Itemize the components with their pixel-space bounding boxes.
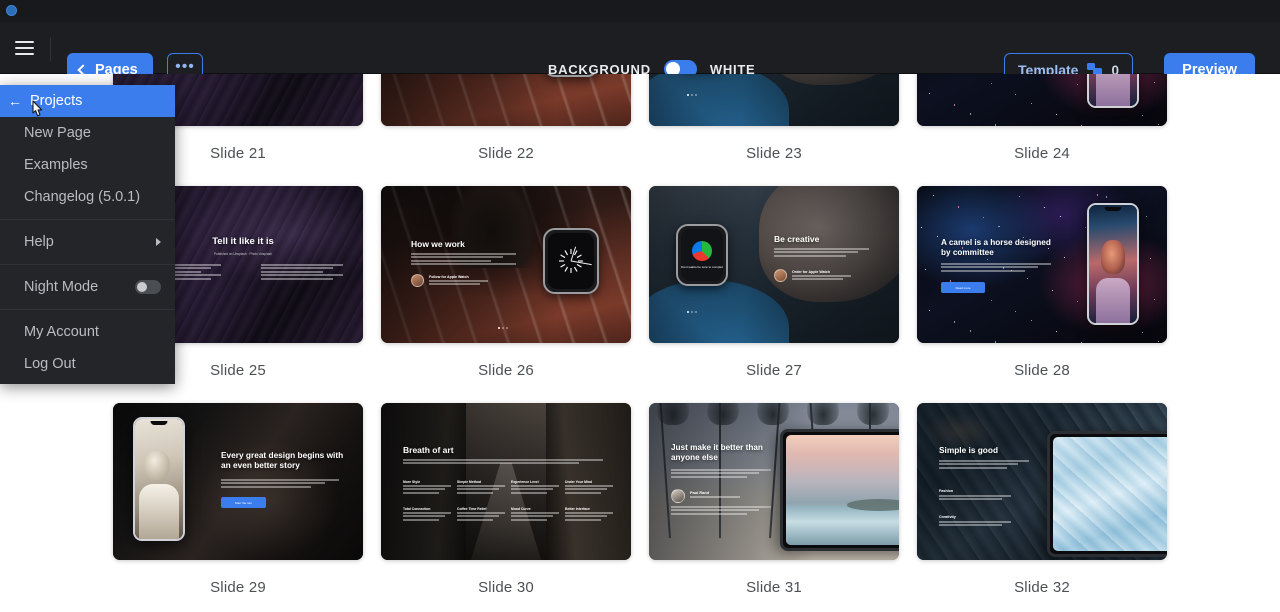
menu-item-label: Night Mode bbox=[24, 279, 99, 295]
slide-caption: Slide 22 bbox=[478, 145, 534, 162]
menu-item-changelog-5-0-1[interactable]: Changelog (5.0.1) bbox=[0, 181, 175, 213]
slide-caption: Slide 29 bbox=[210, 579, 266, 596]
window-status-dot bbox=[6, 5, 17, 16]
slide-thumbnail[interactable] bbox=[649, 74, 899, 126]
slide-cell: Just make it better than anyone else Paul… bbox=[649, 403, 899, 612]
slide-cell: A camel is a horse designed by committee… bbox=[917, 186, 1167, 403]
menu-item-projects[interactable]: ← Projects bbox=[0, 85, 175, 117]
menu-item-label: Help bbox=[24, 234, 54, 250]
menu-item-label: Log Out bbox=[24, 356, 76, 372]
menu-item-night-mode[interactable]: Night Mode bbox=[0, 271, 175, 303]
slide-thumbnail[interactable]: A camel is a horse designed by committee… bbox=[917, 186, 1167, 343]
slide-caption: Slide 28 bbox=[1014, 362, 1070, 379]
menu-item-label: Projects bbox=[30, 93, 83, 109]
toolbar-divider bbox=[50, 37, 51, 61]
slide-thumbnail[interactable]: Just make it better than anyone else Paul… bbox=[649, 403, 899, 560]
menu-item-examples[interactable]: Examples bbox=[0, 149, 175, 181]
slide-artwork bbox=[649, 74, 899, 126]
slide-grid: Slide 21 Slide 22 Slide 23 Slide 24 Tell … bbox=[0, 74, 1280, 612]
slide-thumbnail[interactable]: Every great design begins with an even b… bbox=[113, 403, 363, 560]
slide-artwork bbox=[917, 74, 1167, 126]
slide-thumbnail[interactable]: Dont waitto be sure to complet Be creati… bbox=[649, 186, 899, 343]
slide-artwork: Dont waitto be sure to complet Be creati… bbox=[649, 186, 899, 343]
slide-artwork: Just make it better than anyone else Paul… bbox=[649, 403, 899, 560]
slide-caption: Slide 32 bbox=[1014, 579, 1070, 596]
slide-cell: Dont waitto be sure to complet Be creati… bbox=[649, 186, 899, 403]
slide-caption: Slide 31 bbox=[746, 579, 802, 596]
menu-item-log-out[interactable]: Log Out bbox=[0, 348, 175, 380]
menu-item-help[interactable]: Help bbox=[0, 226, 175, 258]
slide-caption: Slide 30 bbox=[478, 579, 534, 596]
slide-cell: Breath of art More Style Simple Method Expe… bbox=[381, 403, 631, 612]
slide-thumbnail[interactable]: How we work Follow for Apple Watch bbox=[381, 186, 631, 343]
menu-divider bbox=[0, 264, 175, 265]
slide-caption: Slide 26 bbox=[478, 362, 534, 379]
slide-cell: Simple is good Fashion Creativity Slide 32 bbox=[917, 403, 1167, 612]
slide-cell: Slide 22 bbox=[381, 74, 631, 186]
arrow-left-icon: ← bbox=[8, 93, 22, 109]
menu-item-label: New Page bbox=[24, 125, 91, 141]
slide-artwork: How we work Follow for Apple Watch bbox=[381, 186, 631, 343]
night-mode-toggle[interactable] bbox=[135, 280, 161, 294]
slide-artwork: A camel is a horse designed by committee… bbox=[917, 186, 1167, 343]
slide-thumbnail[interactable]: Simple is good Fashion Creativity bbox=[917, 403, 1167, 560]
menu-item-label: Examples bbox=[24, 157, 88, 173]
slide-cell: How we work Follow for Apple Watch Slide … bbox=[381, 186, 631, 403]
menu-item-my-account[interactable]: My Account bbox=[0, 316, 175, 348]
toggle-knob bbox=[137, 282, 147, 292]
slide-caption: Slide 27 bbox=[746, 362, 802, 379]
menu-divider bbox=[0, 219, 175, 220]
slide-artwork: Breath of art More Style Simple Method Expe… bbox=[381, 403, 631, 560]
menu-item-new-page[interactable]: New Page bbox=[0, 117, 175, 149]
main-dropdown-menu: ← Projects New Page Examples Changelog (5.0.… bbox=[0, 85, 175, 384]
window-title-bar bbox=[0, 0, 1280, 22]
chevron-right-icon bbox=[156, 238, 161, 246]
slide-artwork bbox=[381, 74, 631, 126]
more-options-label: ••• bbox=[175, 57, 195, 75]
menu-item-label: Changelog (5.0.1) bbox=[24, 189, 141, 205]
slide-artwork: Simple is good Fashion Creativity bbox=[917, 403, 1167, 560]
slide-caption: Slide 24 bbox=[1014, 145, 1070, 162]
slide-cell: Slide 24 bbox=[917, 74, 1167, 186]
slide-thumbnail[interactable]: Breath of art More Style Simple Method Expe… bbox=[381, 403, 631, 560]
slides-canvas: Slide 21 Slide 22 Slide 23 Slide 24 Tell … bbox=[0, 74, 1280, 612]
slide-thumbnail[interactable] bbox=[381, 74, 631, 126]
slide-cell: Slide 23 bbox=[649, 74, 899, 186]
menu-item-label: My Account bbox=[24, 324, 99, 340]
menu-divider bbox=[0, 309, 175, 310]
slide-caption: Slide 23 bbox=[746, 145, 802, 162]
slide-thumbnail[interactable] bbox=[917, 74, 1167, 126]
hamburger-menu-icon[interactable] bbox=[11, 34, 38, 61]
top-toolbar: Pages ••• BACKGROUND WHITE Template 0 Pr… bbox=[0, 22, 1280, 87]
slide-cell: Every great design begins with an even b… bbox=[113, 403, 363, 612]
slide-artwork: Every great design begins with an even b… bbox=[113, 403, 363, 560]
